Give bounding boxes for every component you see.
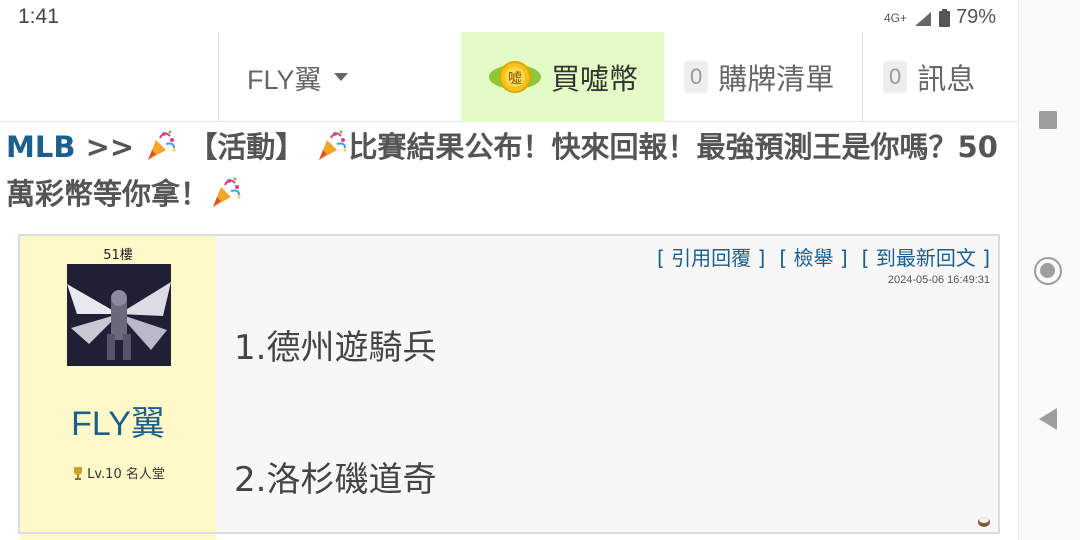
signal-icon xyxy=(914,11,931,26)
status-time: 1:41 xyxy=(18,5,59,28)
battery-percent: 79% xyxy=(955,6,996,28)
author-panel: 51樓 FLY翼 Lv.10 名人堂 xyxy=(20,236,216,532)
floor-number: 51樓 xyxy=(103,248,133,263)
system-nav-bar xyxy=(1018,0,1080,540)
category-link[interactable]: MLB xyxy=(6,130,75,164)
home-circle-icon[interactable] xyxy=(1034,257,1062,285)
back-triangle-icon[interactable] xyxy=(1039,408,1057,430)
user-menu-button[interactable]: FLY翼 xyxy=(218,32,461,122)
messages-count-badge: 0 xyxy=(883,61,908,93)
post-actions: [ 引用回覆 ] [ 檢舉 ] [ 到最新回文 ] xyxy=(657,242,990,271)
messages-label: 訊息 xyxy=(917,62,976,96)
post-content-line: 1.德州遊騎兵 xyxy=(234,328,437,368)
messages-button[interactable]: 0 訊息 xyxy=(863,32,1018,122)
next-author-panel xyxy=(20,534,216,540)
report-link[interactable]: [ 檢舉 ] xyxy=(779,242,847,271)
next-post-card xyxy=(18,532,1000,540)
status-indicators: 4G+ 79% xyxy=(884,6,996,29)
thread-title: MLB >> 【活動】 比賽結果公布！快來回報！最強預測王是你嗎？50萬彩幣等你… xyxy=(6,124,1016,218)
battery-icon xyxy=(938,8,950,27)
cart-list-label: 購牌清單 xyxy=(718,62,835,96)
user-level-text: Lv.10 名人堂 xyxy=(87,467,165,482)
svg-text:噓: 噓 xyxy=(508,71,522,87)
buy-coins-button[interactable]: 噓 買噓幣 xyxy=(461,32,664,122)
post-reaction-icon[interactable] xyxy=(976,512,992,528)
party-popper-icon xyxy=(148,130,176,160)
user-level: Lv.10 名人堂 xyxy=(20,463,216,482)
trophy-icon xyxy=(74,466,83,480)
post-timestamp: 2024-05-06 16:49:31 xyxy=(887,274,990,286)
author-name[interactable]: FLY翼 xyxy=(20,396,216,445)
party-popper-icon xyxy=(318,130,347,160)
quote-reply-link[interactable]: [ 引用回覆 ] xyxy=(657,242,765,271)
chevron-down-icon xyxy=(333,73,348,81)
post-card: 51樓 FLY翼 Lv.10 名人堂 [ 引用回覆] [檢舉] [到最新… xyxy=(18,234,1000,534)
user-name: FLY翼 xyxy=(247,64,322,95)
post-content-line: 2.洛杉磯道奇 xyxy=(234,460,437,500)
avatar-image xyxy=(67,264,171,366)
buy-coins-label: 買噓幣 xyxy=(550,62,638,96)
cart-count-badge: 0 xyxy=(684,61,709,93)
square-icon[interactable] xyxy=(1039,111,1057,129)
party-popper-icon xyxy=(213,177,241,207)
thread-tag: 【活動】 xyxy=(188,130,305,164)
top-nav: FLY翼 噓 買噓幣 0 購牌清單 0 訊息 xyxy=(0,32,1018,122)
network-type: 4G+ xyxy=(883,10,907,25)
cart-list-button[interactable]: 0 購牌清單 xyxy=(664,32,863,122)
coin-icon: 噓 xyxy=(488,61,541,93)
breadcrumb-separator: >> xyxy=(85,130,135,164)
status-bar: 1:41 4G+ 79% xyxy=(0,0,1018,32)
latest-reply-link[interactable]: [ 到最新回文 ] xyxy=(862,242,990,271)
avatar[interactable] xyxy=(67,264,171,366)
